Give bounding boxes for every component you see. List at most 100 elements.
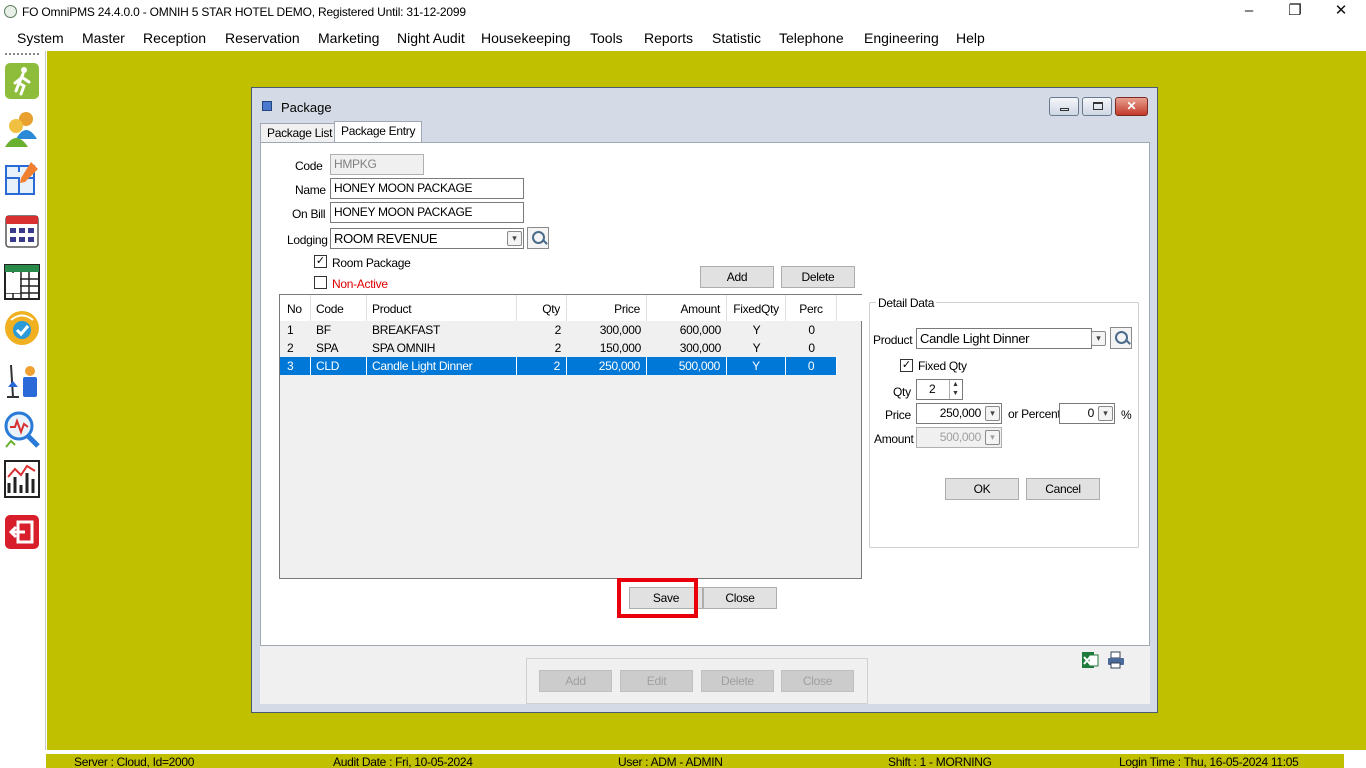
qty-spin-buttons[interactable]: ▲ ▼ — [949, 380, 961, 399]
close-window-button[interactable]: ✕ — [1318, 0, 1364, 24]
product-dropdown-icon[interactable]: ▾ — [1091, 331, 1106, 346]
col-fixedqty[interactable]: FixedQty — [727, 295, 786, 321]
col-price[interactable]: Price — [567, 295, 647, 321]
cell-fixedqty: Y — [752, 341, 761, 355]
code-field[interactable]: HMPKG — [330, 154, 424, 175]
fixed-qty-label: Fixed Qty — [918, 359, 967, 373]
non-active-checkbox[interactable] — [314, 276, 327, 289]
package-detail-grid[interactable]: No Code Product Qty Price Amount FixedQt… — [279, 294, 862, 579]
name-field[interactable]: HONEY MOON PACKAGE — [330, 178, 524, 199]
dialog-close-button[interactable]: ✕ — [1115, 97, 1148, 116]
left-toolbar — [0, 51, 46, 750]
search-analysis-icon[interactable] — [3, 409, 41, 449]
qty-label: Qty — [893, 385, 911, 399]
tab-package-entry[interactable]: Package Entry — [334, 121, 423, 143]
menu-bar: System Master Reception Reservation Mark… — [0, 24, 1366, 51]
menu-reports[interactable]: Reports — [644, 30, 693, 46]
status-shift: Shift : 1 - MORNING — [888, 755, 992, 768]
menu-statistic[interactable]: Statistic — [712, 30, 761, 46]
calendar-icon[interactable] — [3, 211, 41, 251]
cell-no: 2 — [287, 341, 294, 355]
cell-code: SPA — [316, 341, 339, 355]
floor-plan-icon[interactable] — [3, 158, 41, 198]
dialog-maximize-button[interactable] — [1082, 97, 1112, 116]
lodging-search-icon[interactable] — [527, 227, 549, 249]
table-row-selected[interactable]: 3 CLD Candle Light Dinner 2 250,000 500,… — [280, 357, 837, 375]
add-detail-button[interactable]: Add — [700, 266, 774, 288]
menu-master[interactable]: Master — [82, 30, 125, 46]
menu-night-audit[interactable]: Night Audit — [397, 30, 465, 46]
col-product[interactable]: Product — [367, 295, 517, 321]
exit-icon[interactable] — [3, 512, 41, 552]
product-search-icon[interactable] — [1110, 327, 1132, 349]
status-login-time: Login Time : Thu, 16-05-2024 11:05 — [1119, 755, 1299, 768]
detail-data-title: Detail Data — [876, 296, 937, 310]
table-row[interactable]: 1 BF BREAKFAST 2 300,000 600,000 Y 0 — [280, 321, 837, 339]
cell-code: CLD — [311, 357, 367, 375]
package-entry-panel: Code HMPKG Name HONEY MOON PACKAGE On Bi… — [260, 142, 1150, 646]
chart-icon[interactable] — [3, 459, 41, 499]
dialog-minimize-button[interactable] — [1049, 97, 1079, 116]
menu-telephone[interactable]: Telephone — [779, 30, 844, 46]
save-highlight-box — [617, 578, 698, 618]
ok-button[interactable]: OK — [945, 478, 1019, 500]
minimize-button[interactable]: – — [1226, 0, 1272, 24]
menu-help[interactable]: Help — [956, 30, 985, 46]
menu-marketing[interactable]: Marketing — [318, 30, 379, 46]
menu-tools[interactable]: Tools — [590, 30, 623, 46]
menu-housekeeping[interactable]: Housekeeping — [481, 30, 571, 46]
cell-no: 3 — [280, 357, 311, 375]
cell-product: Candle Light Dinner — [367, 357, 517, 375]
lodging-dropdown-icon[interactable]: ▾ — [507, 231, 522, 246]
table-row[interactable]: 2 SPA SPA OMNIH 2 150,000 300,000 Y 0 — [280, 339, 837, 357]
list-edit-button[interactable]: Edit — [620, 670, 693, 692]
cell-amount: 500,000 — [647, 357, 727, 375]
housekeeping-icon[interactable] — [3, 361, 41, 401]
close-entry-button[interactable]: Close — [703, 587, 777, 609]
price-dropdown-icon[interactable]: ▾ — [985, 406, 1000, 421]
restore-button[interactable]: ❐ — [1272, 0, 1318, 24]
cell-code: BF — [316, 323, 331, 337]
cell-fixedqty: Y — [727, 357, 786, 375]
availability-icon[interactable] — [3, 308, 41, 348]
col-amount[interactable]: Amount — [647, 295, 727, 321]
print-icon[interactable] — [1106, 650, 1126, 670]
walk-in-icon[interactable] — [3, 61, 41, 101]
guests-icon[interactable] — [3, 109, 41, 149]
col-code[interactable]: Code — [311, 295, 367, 321]
lodging-label: Lodging — [287, 233, 328, 247]
cell-perc: 0 — [808, 341, 815, 355]
percent-dropdown-icon[interactable]: ▾ — [1098, 406, 1113, 421]
excel-export-icon[interactable] — [1080, 650, 1100, 670]
list-add-button[interactable]: Add — [539, 670, 612, 692]
cell-perc: 0 — [808, 323, 815, 337]
cancel-button[interactable]: Cancel — [1026, 478, 1100, 500]
status-server: Server : Cloud, Id=2000 — [74, 755, 195, 768]
col-qty[interactable]: Qty — [517, 295, 567, 321]
cell-product: BREAKFAST — [372, 323, 440, 337]
non-active-label: Non-Active — [332, 277, 388, 291]
col-no[interactable]: No — [280, 295, 311, 321]
on-bill-field[interactable]: HONEY MOON PACKAGE — [330, 202, 524, 223]
col-perc[interactable]: Perc — [786, 295, 837, 321]
menu-reservation[interactable]: Reservation — [225, 30, 300, 46]
code-label: Code — [295, 159, 323, 173]
tab-package-list[interactable]: Package List — [260, 123, 340, 143]
product-select[interactable]: Candle Light Dinner — [916, 328, 1092, 349]
room-package-label: Room Package — [332, 256, 411, 270]
room-package-checkbox[interactable]: ✓ — [314, 255, 327, 268]
on-bill-label: On Bill — [292, 207, 326, 221]
delete-detail-button[interactable]: Delete — [781, 266, 855, 288]
menu-engineering[interactable]: Engineering — [864, 30, 939, 46]
schedule-icon[interactable] — [3, 261, 41, 301]
list-delete-button[interactable]: Delete — [701, 670, 774, 692]
cell-perc: 0 — [786, 357, 837, 375]
amount-label: Amount — [874, 432, 914, 446]
fixed-qty-checkbox[interactable]: ✓ — [900, 359, 913, 372]
list-close-button[interactable]: Close — [781, 670, 854, 692]
package-dialog: Package ✕ Package List Package Entry Cod… — [251, 87, 1158, 713]
menu-system[interactable]: System — [17, 30, 64, 46]
menu-reception[interactable]: Reception — [143, 30, 206, 46]
amount-dropdown-icon: ▾ — [985, 430, 1000, 445]
lodging-select[interactable]: ROOM REVENUE — [330, 228, 524, 249]
